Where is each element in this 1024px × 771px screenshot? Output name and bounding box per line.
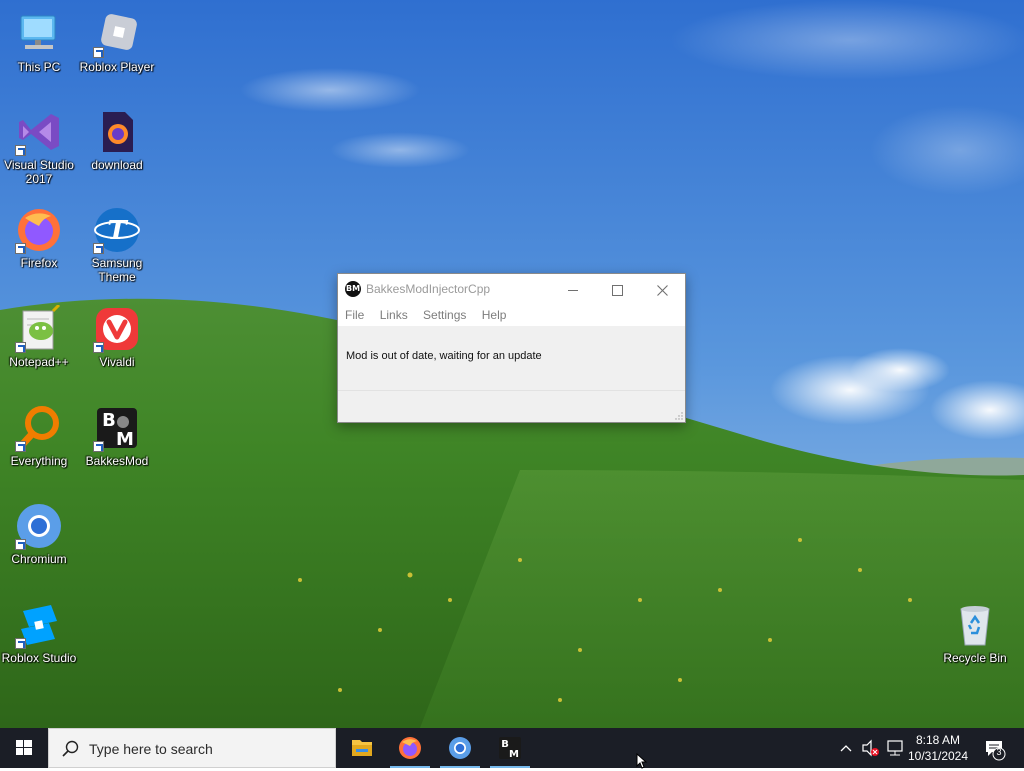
shortcut-arrow-icon <box>15 539 26 550</box>
shortcut-arrow-icon <box>15 342 26 353</box>
window-titlebar[interactable]: BM BakkesModInjectorCpp <box>338 274 685 304</box>
chromium-icon <box>449 737 471 759</box>
maximize-button[interactable] <box>595 274 640 304</box>
desktop-icon-label: This PC <box>17 60 61 74</box>
desktop-icon-recycle-bin[interactable]: Recycle Bin <box>936 601 1014 665</box>
search-icon <box>62 740 79 757</box>
roblox-studio-icon <box>15 601 63 649</box>
desktop-icon-label: Samsung Theme <box>91 256 143 284</box>
shortcut-arrow-icon <box>93 243 104 254</box>
desktop-icon-label: Notepad++ <box>9 355 69 369</box>
taskbar-search-box[interactable]: Type here to search <box>48 728 336 768</box>
taskbar: Type here to search BM 8:18 AM 10/31/202… <box>0 728 1024 768</box>
desktop-icon-download[interactable]: download <box>78 108 156 172</box>
window-title: BakkesModInjectorCpp <box>366 282 491 296</box>
shortcut-arrow-icon <box>15 145 26 156</box>
minimize-button[interactable] <box>550 274 595 304</box>
windows-logo-icon <box>16 740 32 755</box>
taskbar-file-explorer[interactable] <box>338 728 386 768</box>
chromium-icon <box>15 502 63 550</box>
desktop-icon-samsung-theme[interactable]: T Samsung Theme <box>78 206 156 284</box>
firefox-icon <box>15 206 63 254</box>
desktop-icon-notepad-plus-plus[interactable]: Notepad++ <box>0 303 78 369</box>
volume-muted-icon <box>862 739 879 757</box>
desktop-icon-label: Roblox Studio <box>1 651 77 665</box>
desktop-icon-label: Visual Studio 2017 <box>4 158 74 186</box>
window-content: Mod is out of date, waiting for an updat… <box>338 326 685 391</box>
desktop-icon-label: Firefox <box>20 256 58 270</box>
desktop-icon-visual-studio-2017[interactable]: Visual Studio 2017 <box>0 108 78 186</box>
file-explorer-icon <box>352 740 372 756</box>
svg-text:M: M <box>116 429 134 450</box>
desktop-icon-label: download <box>91 158 143 172</box>
close-button[interactable] <box>640 274 685 304</box>
taskbar-clock[interactable]: 8:18 AM 10/31/2024 <box>900 732 976 764</box>
start-button[interactable] <box>0 728 48 768</box>
show-hidden-icons-button[interactable] <box>836 728 856 768</box>
menu-file[interactable]: File <box>345 304 372 326</box>
status-message: Mod is out of date, waiting for an updat… <box>346 350 542 362</box>
shortcut-arrow-icon <box>93 47 104 58</box>
desktop-icon-chromium[interactable]: Chromium <box>0 502 78 566</box>
chevron-up-icon <box>840 745 852 752</box>
taskbar-firefox[interactable] <box>386 728 434 768</box>
shortcut-arrow-icon <box>15 441 26 452</box>
recycle-bin-icon <box>951 601 999 649</box>
desktop-icon-everything[interactable]: Everything <box>0 404 78 468</box>
shortcut-arrow-icon <box>93 342 104 353</box>
bakkesmod-icon: BM <box>499 737 521 760</box>
computer-icon <box>15 10 63 58</box>
desktop-icon-label: Roblox Player <box>79 60 155 74</box>
svg-text:M: M <box>509 749 519 760</box>
menu-links[interactable]: Links <box>380 304 416 326</box>
desktop-icon-this-pc[interactable]: This PC <box>0 10 78 74</box>
desktop-icon-label: Recycle Bin <box>943 651 1007 665</box>
volume-button[interactable] <box>860 728 882 768</box>
vivaldi-icon <box>93 305 141 353</box>
bakkesmod-icon: BM <box>93 404 141 452</box>
desktop-icon-firefox[interactable]: Firefox <box>0 206 78 270</box>
desktop-icon-label: BakkesMod <box>85 454 149 468</box>
search-placeholder: Type here to search <box>89 741 213 757</box>
bakkesmod-app-icon: BM <box>345 281 361 297</box>
everything-icon <box>15 404 63 452</box>
resize-grip-icon[interactable] <box>675 412 683 420</box>
close-icon <box>657 284 668 296</box>
menu-help[interactable]: Help <box>482 304 515 326</box>
mouse-cursor-icon <box>636 753 648 769</box>
roblox-player-icon <box>93 10 141 58</box>
taskbar-bakkesmod[interactable]: BM <box>486 728 534 768</box>
visual-studio-icon <box>15 108 63 156</box>
shortcut-arrow-icon <box>15 243 26 254</box>
notepad-plus-plus-icon <box>15 303 63 353</box>
svg-text:B: B <box>501 739 509 750</box>
svg-text:B: B <box>102 410 116 431</box>
desktop-icon-label: Chromium <box>11 552 67 566</box>
menu-settings[interactable]: Settings <box>423 304 474 326</box>
desktop-icon-bakkesmod[interactable]: BM BakkesMod <box>78 404 156 468</box>
desktop-icon-label: Vivaldi <box>99 355 135 369</box>
menu-bar: File Links Settings Help <box>338 304 685 326</box>
bakkesmod-injector-window: BM BakkesModInjectorCpp File Links Setti… <box>337 273 686 423</box>
shortcut-arrow-icon <box>15 638 26 649</box>
notification-count-badge: 3 <box>996 747 1002 757</box>
shortcut-arrow-icon <box>93 441 104 452</box>
firefox-icon <box>399 737 421 759</box>
taskbar-chromium[interactable] <box>436 728 484 768</box>
download-file-icon <box>93 108 141 156</box>
clock-time: 8:18 AM <box>915 733 961 747</box>
desktop-icon-roblox-player[interactable]: Roblox Player <box>78 10 156 74</box>
desktop-icon-vivaldi[interactable]: Vivaldi <box>78 305 156 369</box>
action-center-button[interactable]: 3 <box>978 728 1012 768</box>
clock-date: 10/31/2024 <box>907 749 969 763</box>
svg-text:T: T <box>107 216 128 246</box>
desktop-icon-roblox-studio[interactable]: Roblox Studio <box>0 601 78 665</box>
samsung-theme-icon: T <box>93 206 141 254</box>
status-bar <box>338 390 685 422</box>
desktop-icon-label: Everything <box>10 454 68 468</box>
